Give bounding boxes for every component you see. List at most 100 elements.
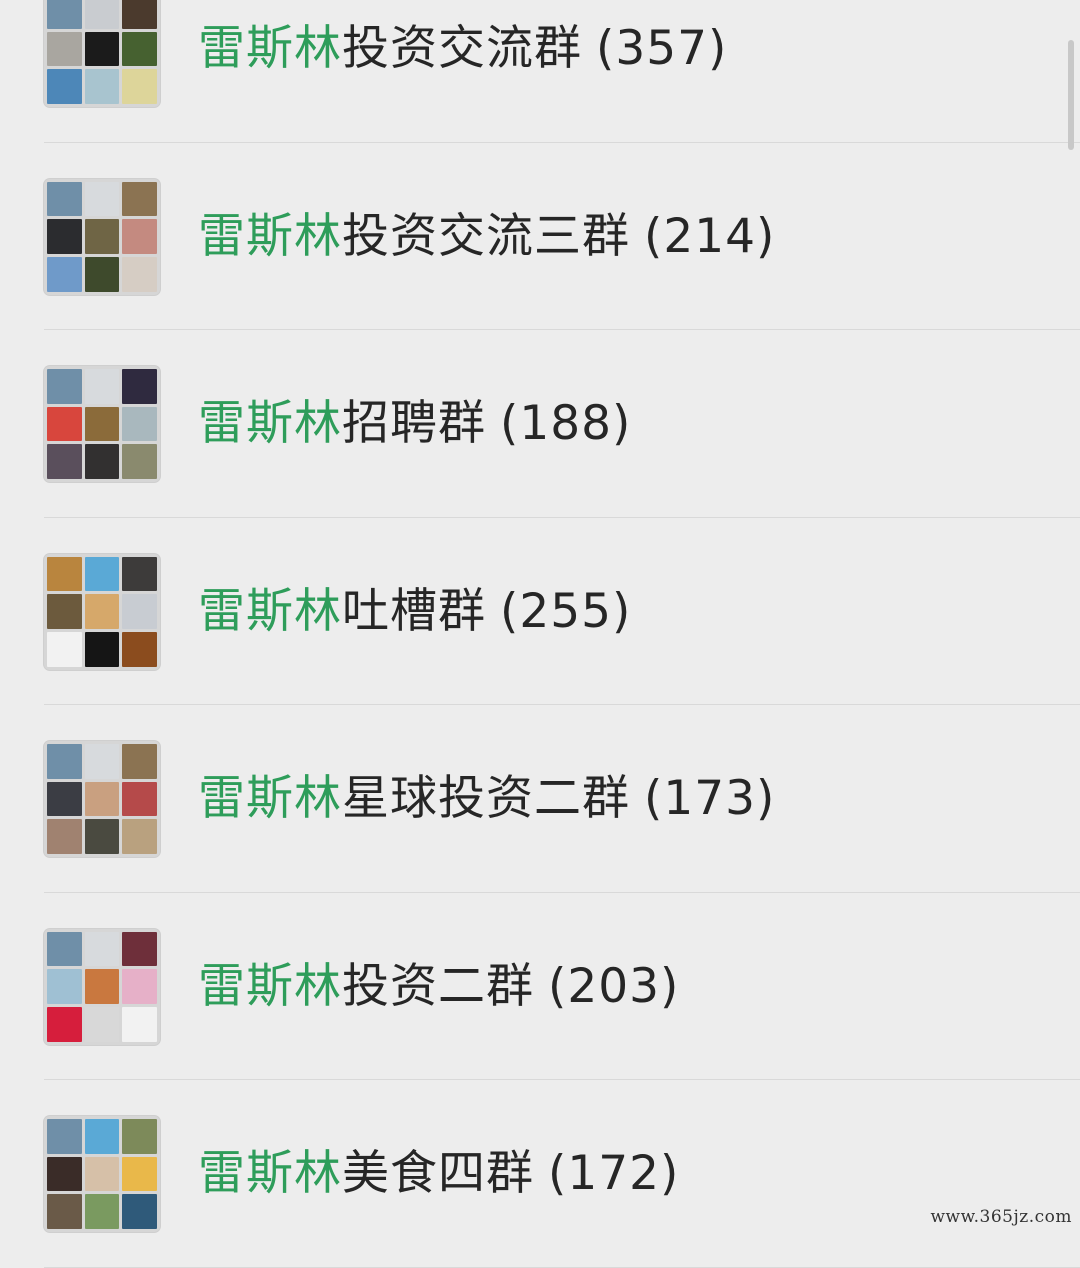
- member-avatar-tile: [84, 594, 120, 629]
- group-name: 雷斯林招聘群 (188): [198, 390, 631, 458]
- member-avatar-tile: [47, 0, 82, 29]
- member-avatar-tile: [122, 744, 157, 779]
- member-avatar-tile: [47, 1194, 82, 1229]
- member-avatar-tile: [47, 631, 82, 667]
- group-name: 雷斯林星球投资二群 (173): [198, 765, 775, 833]
- group-avatar: [44, 1116, 160, 1232]
- member-avatar-tile: [47, 744, 82, 779]
- member-avatar-tile: [84, 69, 120, 104]
- member-avatar-tile: [47, 1006, 82, 1042]
- member-avatar-tile: [84, 744, 120, 779]
- group-name-rest: 星球投资二群: [342, 771, 630, 826]
- member-avatar-tile: [84, 931, 120, 967]
- member-avatar-tile: [84, 369, 120, 404]
- member-avatar-tile: [122, 1156, 157, 1192]
- member-avatar-tile: [47, 181, 82, 217]
- group-name: 雷斯林投资交流群 (357): [198, 15, 727, 83]
- member-avatar-tile: [122, 219, 157, 254]
- member-avatar-tile: [84, 219, 120, 254]
- member-avatar-tile: [47, 219, 82, 254]
- group-name-rest: 投资交流三群: [342, 208, 630, 264]
- search-highlight: 雷斯林: [198, 21, 342, 76]
- member-avatar-tile: [47, 594, 82, 629]
- member-avatar-tile: [84, 256, 120, 292]
- group-avatar: [44, 928, 160, 1045]
- group-name: 雷斯林投资二群 (203): [198, 953, 679, 1021]
- group-name-rest: 吐槽群: [342, 583, 486, 639]
- member-count: (172): [548, 1146, 680, 1201]
- member-avatar-tile: [122, 631, 157, 667]
- group-avatar: [44, 553, 160, 670]
- member-avatar-tile: [122, 69, 157, 104]
- member-avatar-tile: [84, 1119, 120, 1154]
- list-item[interactable]: 雷斯林吐槽群 (255): [0, 518, 1080, 706]
- member-avatar-tile: [122, 369, 157, 404]
- list-item[interactable]: 雷斯林投资二群 (203): [0, 893, 1080, 1081]
- search-highlight: 雷斯林: [198, 396, 342, 451]
- member-avatar-tile: [84, 969, 120, 1004]
- member-avatar-tile: [122, 256, 157, 292]
- member-count: (188): [500, 396, 632, 451]
- member-avatar-tile: [122, 1006, 157, 1042]
- member-avatar-tile: [47, 31, 82, 67]
- member-avatar-tile: [47, 931, 82, 967]
- member-avatar-tile: [122, 0, 157, 29]
- group-avatar: [44, 178, 160, 295]
- group-name-rest: 投资交流群: [342, 21, 582, 76]
- group-name-rest: 美食四群: [342, 1146, 534, 1201]
- member-avatar-tile: [84, 0, 120, 29]
- scrollbar[interactable]: [1068, 40, 1074, 150]
- list-item[interactable]: 雷斯林星球投资二群 (173): [0, 705, 1080, 893]
- search-highlight: 雷斯林: [198, 771, 342, 826]
- member-avatar-tile: [122, 444, 157, 479]
- group-avatar: [44, 741, 160, 857]
- member-avatar-tile: [84, 1006, 120, 1042]
- list-item[interactable]: 雷斯林投资交流群 (357): [0, 0, 1080, 143]
- search-highlight: 雷斯林: [198, 208, 342, 264]
- member-avatar-tile: [84, 556, 120, 592]
- member-avatar-tile: [84, 31, 120, 67]
- member-avatar-tile: [122, 781, 157, 817]
- group-name: 雷斯林吐槽群 (255): [198, 578, 631, 646]
- member-avatar-tile: [47, 819, 82, 854]
- search-highlight: 雷斯林: [198, 1146, 342, 1201]
- member-count: (173): [644, 771, 776, 826]
- member-avatar-tile: [122, 1119, 157, 1154]
- member-avatar-tile: [122, 1194, 157, 1229]
- member-avatar-tile: [84, 444, 120, 479]
- group-name: 雷斯林美食四群 (172): [198, 1140, 679, 1208]
- group-avatar: [44, 0, 160, 107]
- member-count: (357): [596, 21, 728, 76]
- search-highlight: 雷斯林: [198, 958, 342, 1014]
- member-avatar-tile: [122, 969, 157, 1004]
- member-avatar-tile: [47, 556, 82, 592]
- member-avatar-tile: [84, 819, 120, 854]
- member-avatar-tile: [47, 1156, 82, 1192]
- member-avatar-tile: [122, 181, 157, 217]
- member-avatar-tile: [84, 1156, 120, 1192]
- member-avatar-tile: [122, 31, 157, 67]
- member-avatar-tile: [47, 256, 82, 292]
- member-count: (214): [644, 208, 776, 264]
- watermark: www.365jz.com: [930, 1207, 1072, 1227]
- member-avatar-tile: [47, 781, 82, 817]
- group-avatar: [44, 366, 160, 482]
- member-avatar-tile: [47, 969, 82, 1004]
- member-avatar-tile: [47, 444, 82, 479]
- member-avatar-tile: [47, 1119, 82, 1154]
- member-avatar-tile: [84, 1194, 120, 1229]
- list-item[interactable]: 雷斯林招聘群 (188): [0, 330, 1080, 518]
- group-chat-list: 雷斯林投资交流群 (357) 雷斯林投资交流三群 (214) 雷斯林招聘群 (188) 雷斯…: [0, 0, 1080, 1268]
- group-name-rest: 招聘群: [342, 396, 486, 451]
- member-avatar-tile: [84, 406, 120, 442]
- member-avatar-tile: [84, 181, 120, 217]
- member-avatar-tile: [122, 931, 157, 967]
- member-avatar-tile: [47, 369, 82, 404]
- group-name-rest: 投资二群: [342, 958, 534, 1014]
- member-avatar-tile: [122, 556, 157, 592]
- list-item[interactable]: 雷斯林投资交流三群 (214): [0, 143, 1080, 331]
- group-name: 雷斯林投资交流三群 (214): [198, 203, 775, 271]
- list-item[interactable]: 雷斯林美食四群 (172): [0, 1080, 1080, 1268]
- member-avatar-tile: [84, 631, 120, 667]
- member-count: (203): [548, 958, 680, 1014]
